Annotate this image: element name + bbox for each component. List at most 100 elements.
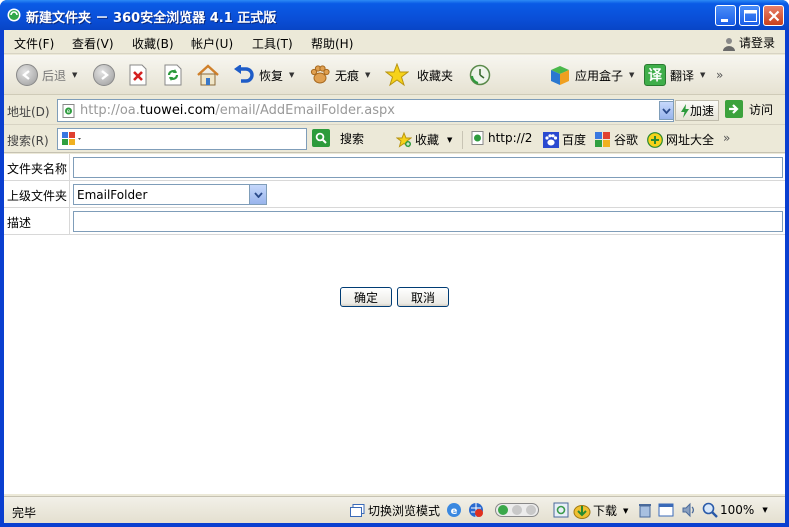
login-link[interactable]: 请登录 xyxy=(722,34,775,51)
zoom-dropdown-icon[interactable]: ▼ xyxy=(762,506,767,514)
address-input[interactable]: e http://oa.tuowei.com/email/AddEmailFol… xyxy=(57,99,674,122)
zoom-control[interactable]: 100% ▼ xyxy=(702,502,768,518)
search-icon xyxy=(312,129,330,147)
maximize-button[interactable] xyxy=(739,5,760,26)
back-button[interactable]: 后退 ▼ xyxy=(16,63,77,87)
link-url-directory[interactable]: 网址大全 xyxy=(647,131,714,148)
bookmark-add-button[interactable]: 收藏 ▼ xyxy=(396,131,452,148)
link-baidu[interactable]: 百度 xyxy=(543,131,586,148)
google-icon xyxy=(595,131,610,147)
menu-account[interactable]: 帐户(U) xyxy=(191,35,233,52)
status-text: 完毕 xyxy=(12,506,37,520)
window-list-button[interactable] xyxy=(658,502,674,518)
go-label: 访问 xyxy=(749,102,774,117)
forward-button[interactable] xyxy=(93,63,115,87)
page-icon xyxy=(471,131,484,145)
back-arrow-icon xyxy=(16,64,38,86)
address-dropdown-button[interactable] xyxy=(659,101,674,120)
minimize-icon xyxy=(721,19,728,22)
close-button[interactable] xyxy=(763,5,784,26)
toggle-icon xyxy=(495,503,539,517)
search-label: 搜索(R) xyxy=(7,134,49,148)
maximize-icon xyxy=(744,10,757,22)
separator xyxy=(462,131,463,149)
app-box-dropdown-icon[interactable]: ▼ xyxy=(629,71,634,79)
window-title: 新建文件夹 － 360安全浏览器 4.1 正式版 xyxy=(26,11,277,26)
screenshot-button[interactable] xyxy=(553,502,569,518)
incognito-dropdown-icon[interactable]: ▼ xyxy=(365,71,370,79)
refresh-button[interactable] xyxy=(163,63,183,87)
parent-folder-dropdown-button[interactable] xyxy=(249,185,266,204)
restore-label: 恢复 xyxy=(259,68,284,83)
description-row: 描述 xyxy=(4,208,785,235)
url-directory-icon xyxy=(647,131,663,148)
speaker-icon xyxy=(682,502,694,518)
translate-button[interactable]: 译 翻译 ▼ xyxy=(644,63,705,87)
globe-icon xyxy=(469,503,483,517)
trash-icon xyxy=(639,504,651,518)
switch-mode-label: 切换浏览模式 xyxy=(368,504,441,518)
menu-favorites[interactable]: 收藏(B) xyxy=(132,35,174,52)
link-baidu-label: 百度 xyxy=(562,133,587,147)
download-icon xyxy=(573,504,591,519)
restore-button[interactable]: 恢复 ▼ xyxy=(233,63,294,87)
parent-folder-select[interactable]: EmailFolder xyxy=(73,184,267,205)
bookmark-add-label: 收藏 xyxy=(415,133,440,147)
minimize-button[interactable] xyxy=(715,5,736,26)
incognito-button[interactable]: 无痕 ▼ xyxy=(309,63,370,87)
window-icon xyxy=(658,503,674,517)
translate-dropdown-icon[interactable]: ▼ xyxy=(700,71,705,79)
searchbar-more-button[interactable]: » xyxy=(723,131,730,145)
incognito-label: 无痕 xyxy=(335,68,360,83)
back-label: 后退 xyxy=(42,68,67,83)
toggle-switch[interactable] xyxy=(495,503,539,517)
description-input[interactable] xyxy=(73,211,783,232)
volume-button[interactable] xyxy=(681,502,697,518)
menu-bar: 文件(F) 查看(V) 收藏(B) 帐户(U) 工具(T) 帮助(H) 请登录 xyxy=(4,30,785,54)
address-label: 地址(D) xyxy=(7,105,50,119)
back-dropdown-icon[interactable]: ▼ xyxy=(72,71,77,79)
lightning-icon xyxy=(681,103,689,118)
folder-name-row: 文件夹名称 xyxy=(4,154,785,181)
stop-icon xyxy=(129,64,147,86)
restore-dropdown-icon[interactable]: ▼ xyxy=(289,71,294,79)
trash-button[interactable] xyxy=(638,502,652,518)
link-google[interactable]: 谷歌 xyxy=(595,131,638,148)
cube-icon xyxy=(551,66,569,85)
menu-help[interactable]: 帮助(H) xyxy=(311,35,353,52)
menu-view[interactable]: 查看(V) xyxy=(72,35,114,52)
parent-folder-label: 上级文件夹 xyxy=(4,181,70,207)
ie-icon: e xyxy=(447,503,461,517)
app-box-button[interactable]: 应用盒子 ▼ xyxy=(549,63,634,87)
cancel-button[interactable]: 取消 xyxy=(397,287,449,307)
folder-name-input[interactable] xyxy=(73,157,783,178)
speed-mode-button[interactable] xyxy=(468,502,484,518)
download-button[interactable]: 下载 ▼ xyxy=(573,502,628,519)
screenshot-icon xyxy=(553,502,569,518)
bookmark-dropdown-icon[interactable]: ▼ xyxy=(447,136,452,144)
menu-tools[interactable]: 工具(T) xyxy=(252,35,293,52)
translate-icon: 译 xyxy=(644,64,666,86)
search-input[interactable] xyxy=(57,128,307,150)
title-bar: 新建文件夹 － 360安全浏览器 4.1 正式版 xyxy=(0,0,789,30)
favorites-button[interactable]: 收藏夹 xyxy=(385,63,453,87)
home-icon xyxy=(197,64,219,86)
search-button-label: 搜索 xyxy=(340,131,365,146)
browser-client: 文件(F) 查看(V) 收藏(B) 帐户(U) 工具(T) 帮助(H) 请登录 … xyxy=(4,30,785,523)
ie-mode-button[interactable]: e xyxy=(446,502,462,518)
ok-button[interactable]: 确定 xyxy=(340,287,392,307)
speed-up-button[interactable]: 加速 xyxy=(675,100,720,121)
clock-button[interactable] xyxy=(469,63,491,87)
go-button[interactable]: 访问 xyxy=(725,100,773,118)
download-dropdown-icon[interactable]: ▼ xyxy=(623,507,628,515)
search-engine-icon xyxy=(62,132,81,145)
menu-file[interactable]: 文件(F) xyxy=(14,35,54,52)
link-http2[interactable]: http://2 xyxy=(471,131,532,145)
address-url: http://oa.tuowei.com/email/AddEmailFolde… xyxy=(80,103,395,118)
go-arrow-icon xyxy=(725,100,743,118)
toolbar-more-button[interactable]: » xyxy=(716,63,723,87)
switch-mode-button[interactable]: 切换浏览模式 xyxy=(350,502,440,519)
home-button[interactable] xyxy=(196,63,220,87)
search-button[interactable]: 搜索 xyxy=(312,129,364,147)
stop-button[interactable] xyxy=(128,63,148,87)
